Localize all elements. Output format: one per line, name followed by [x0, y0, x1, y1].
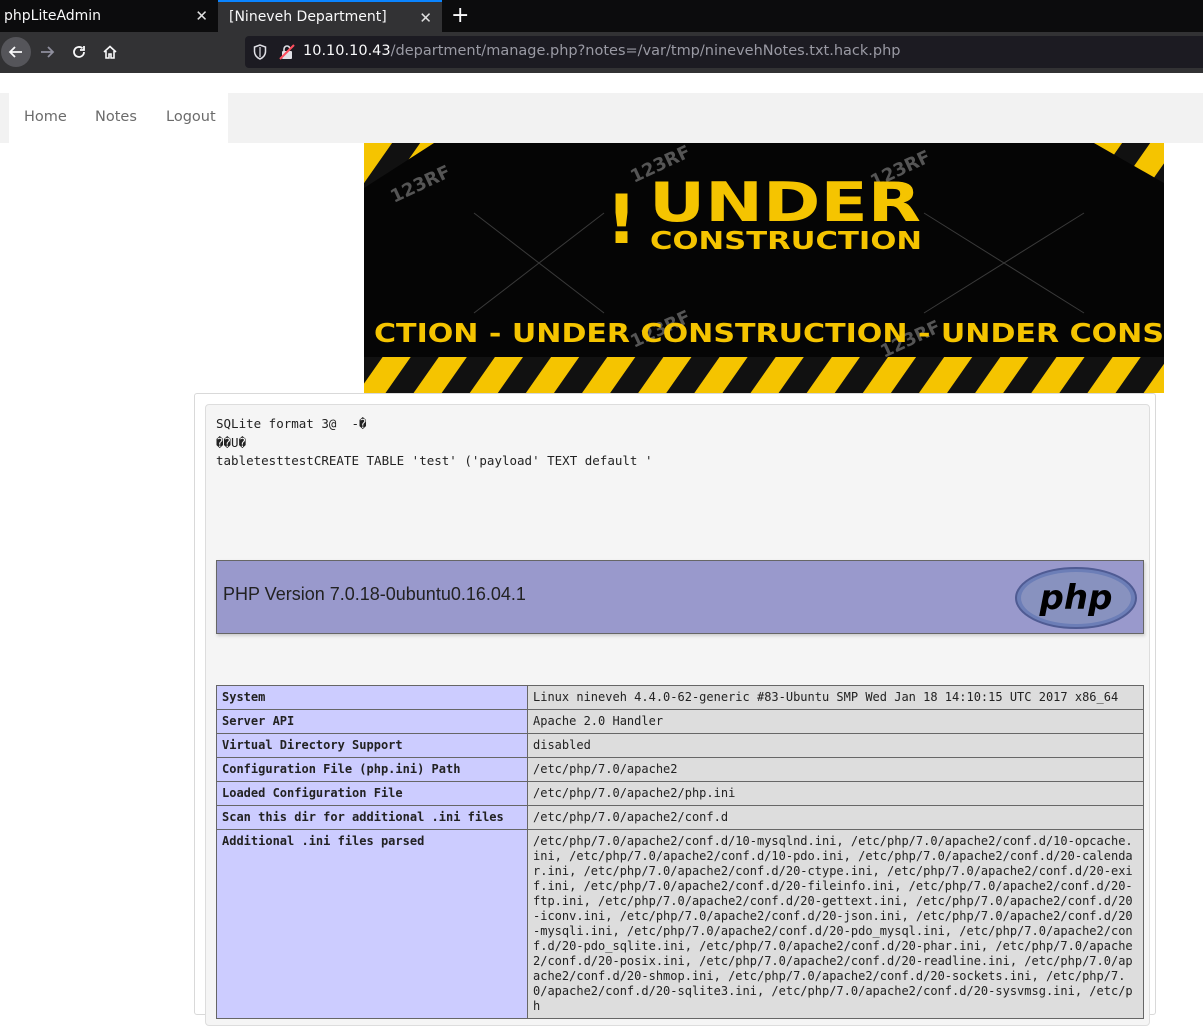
table-row: Additional .ini files parsed/etc/php/7.0… [216, 829, 1144, 1019]
banner-graphic: 123RF 123RF 123RF 123RF 123RF ! UNDER CO… [364, 143, 1164, 393]
tab-phpliteadmin[interactable]: phpLiteAdmin ✕ [0, 0, 218, 32]
table-row: Configuration File (php.ini) Path/etc/ph… [216, 757, 1144, 782]
directive-value: /etc/php/7.0/apache2 [527, 757, 1144, 782]
table-row: Loaded Configuration File/etc/php/7.0/ap… [216, 781, 1144, 806]
note-file-output: SQLite format 3@ -� ��U� tabletesttestCR… [216, 415, 653, 471]
php-logo-icon: php [1015, 567, 1137, 629]
directive-name: Virtual Directory Support [216, 733, 528, 758]
directive-value: Apache 2.0 Handler [527, 709, 1144, 734]
banner-title: UNDER [649, 171, 921, 234]
nav-links: Home Notes Logout [9, 93, 228, 143]
banner-strip-text: CTION - UNDER CONSTRUCTION - UNDER CONS [374, 319, 1164, 349]
php-logo-text: php [1039, 578, 1113, 618]
table-row: Server API Apache 2.0 Handler [216, 709, 1144, 734]
tab-title: [Nineveh Department] [229, 9, 387, 25]
directive-name: Configuration File (php.ini) Path [216, 757, 528, 782]
banner-subtitle: CONSTRUCTION [650, 226, 922, 255]
home-icon[interactable] [97, 39, 123, 65]
back-arrow-icon[interactable] [1, 37, 31, 67]
tab-nineveh-department[interactable]: [Nineveh Department] ✕ [218, 0, 442, 32]
new-tab-plus-icon[interactable]: + [451, 3, 469, 28]
table-row: Scan this dir for additional .ini files /… [216, 805, 1144, 830]
navigation-toolbar: 10.10.10.43/department/manage.php?notes=… [0, 32, 1203, 73]
url-path: /department/manage.php?notes=/var/tmp/ni… [390, 43, 901, 59]
directive-value: Linux nineveh 4.4.0-62-generic #83-Ubunt… [527, 685, 1144, 710]
site-navbar: Home Notes Logout [0, 93, 1203, 143]
nav-link-notes[interactable]: Notes [95, 109, 137, 125]
insecure-lock-icon[interactable] [279, 44, 295, 60]
phpinfo-table: System Linux nineveh 4.4.0-62-generic #83… [216, 685, 1144, 1019]
close-icon[interactable]: ✕ [419, 9, 432, 27]
table-row: Virtual Directory Support disabled [216, 733, 1144, 758]
directive-name: Scan this dir for additional .ini files [216, 805, 528, 830]
directive-value: /etc/php/7.0/apache2/php.ini [527, 781, 1144, 806]
table-row: System Linux nineveh 4.4.0-62-generic #83… [216, 685, 1144, 710]
url-host: 10.10.10.43 [303, 43, 391, 59]
dump-line: tabletesttestCREATE TABLE 'test' ('paylo… [216, 453, 653, 468]
directive-name: System [216, 685, 528, 710]
nav-link-logout[interactable]: Logout [166, 109, 216, 125]
close-icon[interactable]: ✕ [195, 7, 208, 25]
banner-exclamation: ! [606, 181, 637, 260]
shield-icon[interactable] [253, 44, 267, 60]
note-output-panel: SQLite format 3@ -� ��U� tabletesttestCR… [205, 404, 1150, 1026]
directive-name: Server API [216, 709, 528, 734]
nav-link-home[interactable]: Home [24, 109, 67, 125]
dump-line: SQLite format 3@ -� [216, 416, 367, 431]
notes-container: SQLite format 3@ -� ��U� tabletesttestCR… [194, 393, 1156, 1026]
tab-title: phpLiteAdmin [4, 8, 102, 24]
directive-value: /etc/php/7.0/apache2/conf.d/10-mysqlnd.i… [527, 829, 1144, 1019]
forward-arrow-icon[interactable] [34, 39, 60, 65]
php-version-title: PHP Version 7.0.18-0ubuntu0.16.04.1 [223, 584, 526, 604]
directive-value: /etc/php/7.0/apache2/conf.d [527, 805, 1144, 830]
directive-value: disabled [527, 733, 1144, 758]
reload-icon[interactable] [66, 39, 92, 65]
url-text[interactable]: 10.10.10.43/department/manage.php?notes=… [303, 43, 901, 59]
directive-name: Additional .ini files parsed [216, 829, 528, 1019]
phpinfo-header: PHP Version 7.0.18-0ubuntu0.16.04.1 php [216, 560, 1144, 634]
address-bar[interactable]: 10.10.10.43/department/manage.php?notes=… [245, 36, 1203, 68]
tab-bar: phpLiteAdmin ✕ [Nineveh Department] ✕ + [0, 0, 1203, 32]
under-construction-banner: 123RF 123RF 123RF 123RF 123RF ! UNDER CO… [364, 143, 1164, 393]
dump-line: ��U� [216, 434, 247, 450]
directive-name: Loaded Configuration File [216, 781, 528, 806]
